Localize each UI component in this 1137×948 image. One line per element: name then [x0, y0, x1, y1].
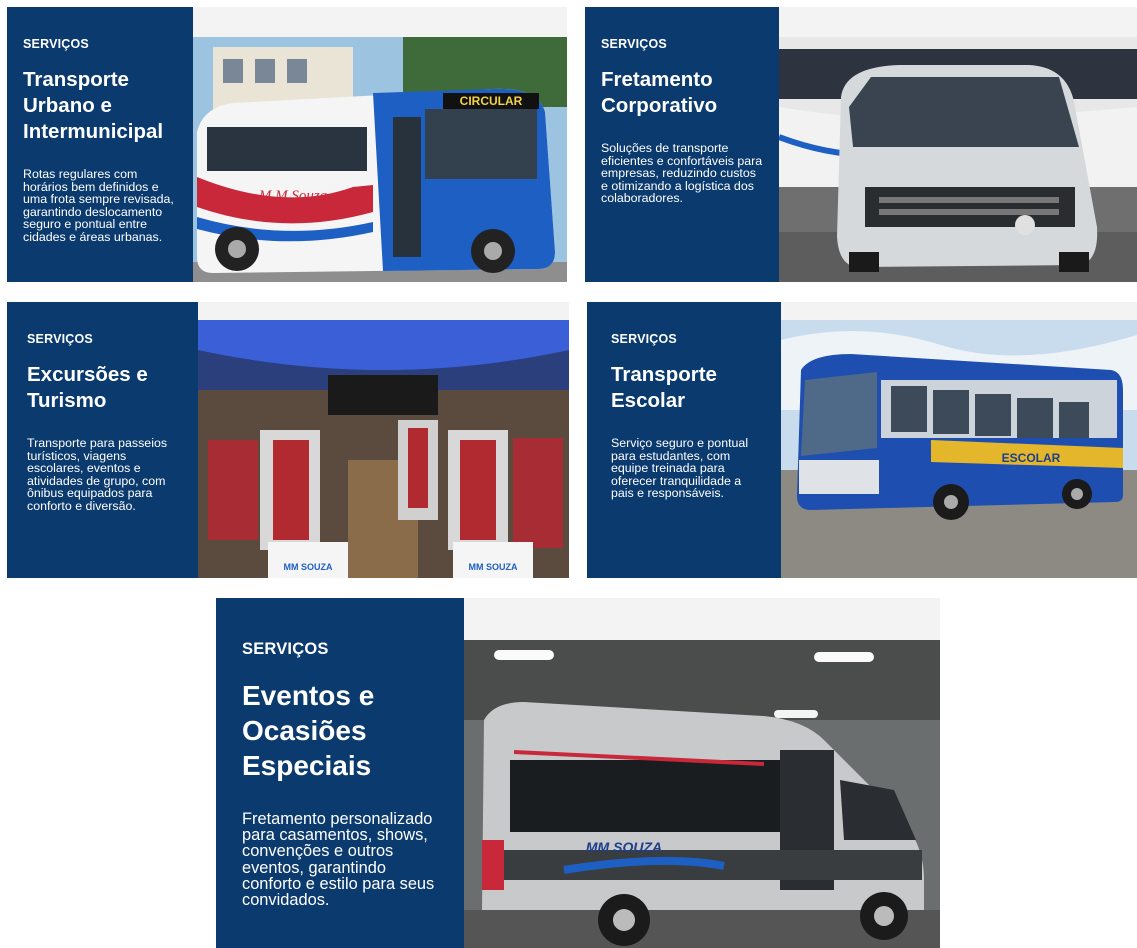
bus-destination-sign: CIRCULAR [460, 94, 523, 108]
service-card-text-panel: SERVIÇOS Transporte Escolar Serviço segu… [587, 302, 781, 578]
service-eyebrow: SERVIÇOS [27, 332, 93, 346]
school-bus-photo-illustration: ESCOLAR [781, 320, 1137, 578]
service-card-school-transport[interactable]: SERVIÇOS Transporte Escolar Serviço segu… [587, 302, 1137, 578]
corporate-van-photo-illustration [779, 37, 1137, 282]
bus-brand-text: M M Souza [258, 188, 327, 204]
service-eyebrow: SERVIÇOS [242, 640, 329, 658]
service-title: Transporte Urbano e Intermunicipal [23, 68, 164, 143]
service-card-urban-transport[interactable]: SERVIÇOS Transporte Urbano e Intermunici… [7, 7, 567, 282]
seat-brand-text: MM SOUZA [284, 562, 333, 572]
service-description: Serviço seguro e pontual para estudantes… [611, 436, 749, 501]
event-van-photo-illustration: MM SOUZA [464, 640, 940, 948]
service-card-excursions-tourism[interactable]: SERVIÇOS Excursões e Turismo Transporte … [7, 302, 569, 578]
service-card-text-panel: SERVIÇOS Excursões e Turismo Transporte … [7, 302, 198, 578]
service-description: Rotas regulares com horários bem definid… [23, 167, 174, 244]
service-card-corporate-charter[interactable]: SERVIÇOS Fretamento Corporativo Soluções… [585, 7, 1137, 282]
van-brand-text: MM SOUZA [586, 839, 662, 855]
service-description: Transporte para passeios turísticos, via… [27, 436, 168, 513]
event-van-photo: MM SOUZA [464, 640, 940, 948]
service-eyebrow: SERVIÇOS [601, 37, 667, 51]
city-bus-photo-illustration: CIRCULAR M M Souza [193, 37, 567, 282]
service-card-text-panel: SERVIÇOS Eventos e Ocasiões Especiais Fr… [216, 598, 464, 948]
service-description: Fretamento personalizado para casamentos… [242, 810, 435, 910]
service-eyebrow: SERVIÇOS [23, 37, 89, 51]
service-card-text-panel: SERVIÇOS Transporte Urbano e Intermunici… [7, 7, 193, 282]
school-bus-photo: ESCOLAR [781, 320, 1137, 578]
corporate-van-photo [779, 37, 1137, 282]
bus-interior-photo: MM SOUZA MM SOUZA [198, 320, 569, 578]
seat-brand-text: MM SOUZA [469, 562, 518, 572]
service-card-text-panel: SERVIÇOS Fretamento Corporativo Soluções… [585, 7, 779, 282]
bus-destination-sign: ESCOLAR [1002, 451, 1061, 465]
bus-interior-photo-illustration: MM SOUZA MM SOUZA [198, 320, 569, 578]
service-eyebrow: SERVIÇOS [611, 332, 677, 346]
service-description: Soluções de transporte eficientes e conf… [601, 141, 763, 206]
service-title: Eventos e Ocasiões Especiais [242, 680, 375, 781]
city-bus-photo: CIRCULAR M M Souza [193, 37, 567, 282]
service-title: Fretamento Corporativo [601, 68, 718, 117]
service-title: Transporte Escolar [611, 363, 717, 412]
service-title: Excursões e Turismo [27, 363, 148, 412]
service-card-special-events[interactable]: SERVIÇOS Eventos e Ocasiões Especiais Fr… [216, 598, 940, 948]
